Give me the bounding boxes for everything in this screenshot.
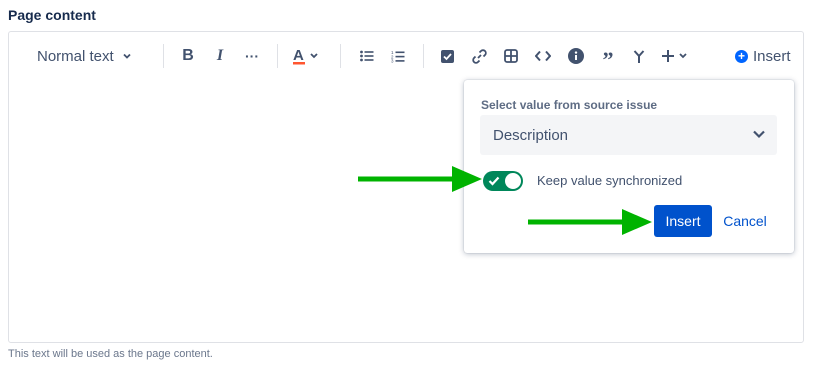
italic-icon[interactable]: I — [209, 44, 231, 68]
sync-toggle[interactable] — [483, 171, 523, 191]
svg-text:A: A — [293, 47, 304, 64]
numbered-list-icon[interactable]: 123 — [388, 44, 408, 68]
toolbar-divider — [163, 44, 164, 68]
chevron-down-icon — [123, 53, 131, 59]
toolbar-insert-label: Insert — [753, 47, 791, 65]
decision-icon[interactable] — [629, 44, 649, 68]
text-color-icon[interactable]: A — [291, 44, 325, 68]
table-icon[interactable] — [501, 44, 521, 68]
source-issue-select[interactable]: Description — [480, 115, 777, 155]
cancel-link[interactable]: Cancel — [723, 205, 767, 237]
toolbar-insert-button[interactable]: + Insert — [735, 44, 793, 68]
plus-insert-icon[interactable] — [660, 44, 694, 68]
field-label: Page content — [8, 7, 96, 23]
bullet-list-icon[interactable] — [357, 44, 377, 68]
text-style-label: Normal text — [37, 47, 114, 65]
text-color-glyph: A — [293, 47, 318, 65]
check-icon — [488, 176, 500, 186]
code-block-icon[interactable] — [532, 44, 554, 68]
select-value: Description — [493, 127, 569, 144]
chevron-down-icon — [753, 130, 765, 139]
toolbar-divider — [277, 44, 278, 68]
svg-text:3: 3 — [391, 58, 394, 62]
info-panel-icon[interactable] — [565, 44, 587, 68]
editor-toolbar: Normal text B I ··· A 123 ” + Insert — [9, 32, 803, 80]
sync-toggle-label: Keep value synchronized — [537, 173, 683, 188]
toggle-knob — [505, 173, 521, 189]
quote-icon[interactable]: ” — [597, 44, 619, 72]
toolbar-divider — [423, 44, 424, 68]
text-style-dropdown[interactable]: Normal text — [37, 44, 141, 68]
action-item-icon[interactable] — [437, 44, 457, 68]
insert-button[interactable]: Insert — [654, 205, 712, 237]
bold-icon[interactable]: B — [177, 44, 199, 68]
arrow-to-insert-icon — [528, 209, 652, 235]
plus-circle-icon: + — [735, 49, 748, 63]
more-formatting-icon[interactable]: ··· — [241, 44, 263, 68]
select-label: Select value from source issue — [481, 98, 658, 112]
arrow-to-toggle-icon — [358, 166, 482, 192]
helper-text: This text will be used as the page conte… — [8, 348, 213, 360]
toolbar-divider — [340, 44, 341, 68]
link-icon[interactable] — [469, 44, 489, 68]
